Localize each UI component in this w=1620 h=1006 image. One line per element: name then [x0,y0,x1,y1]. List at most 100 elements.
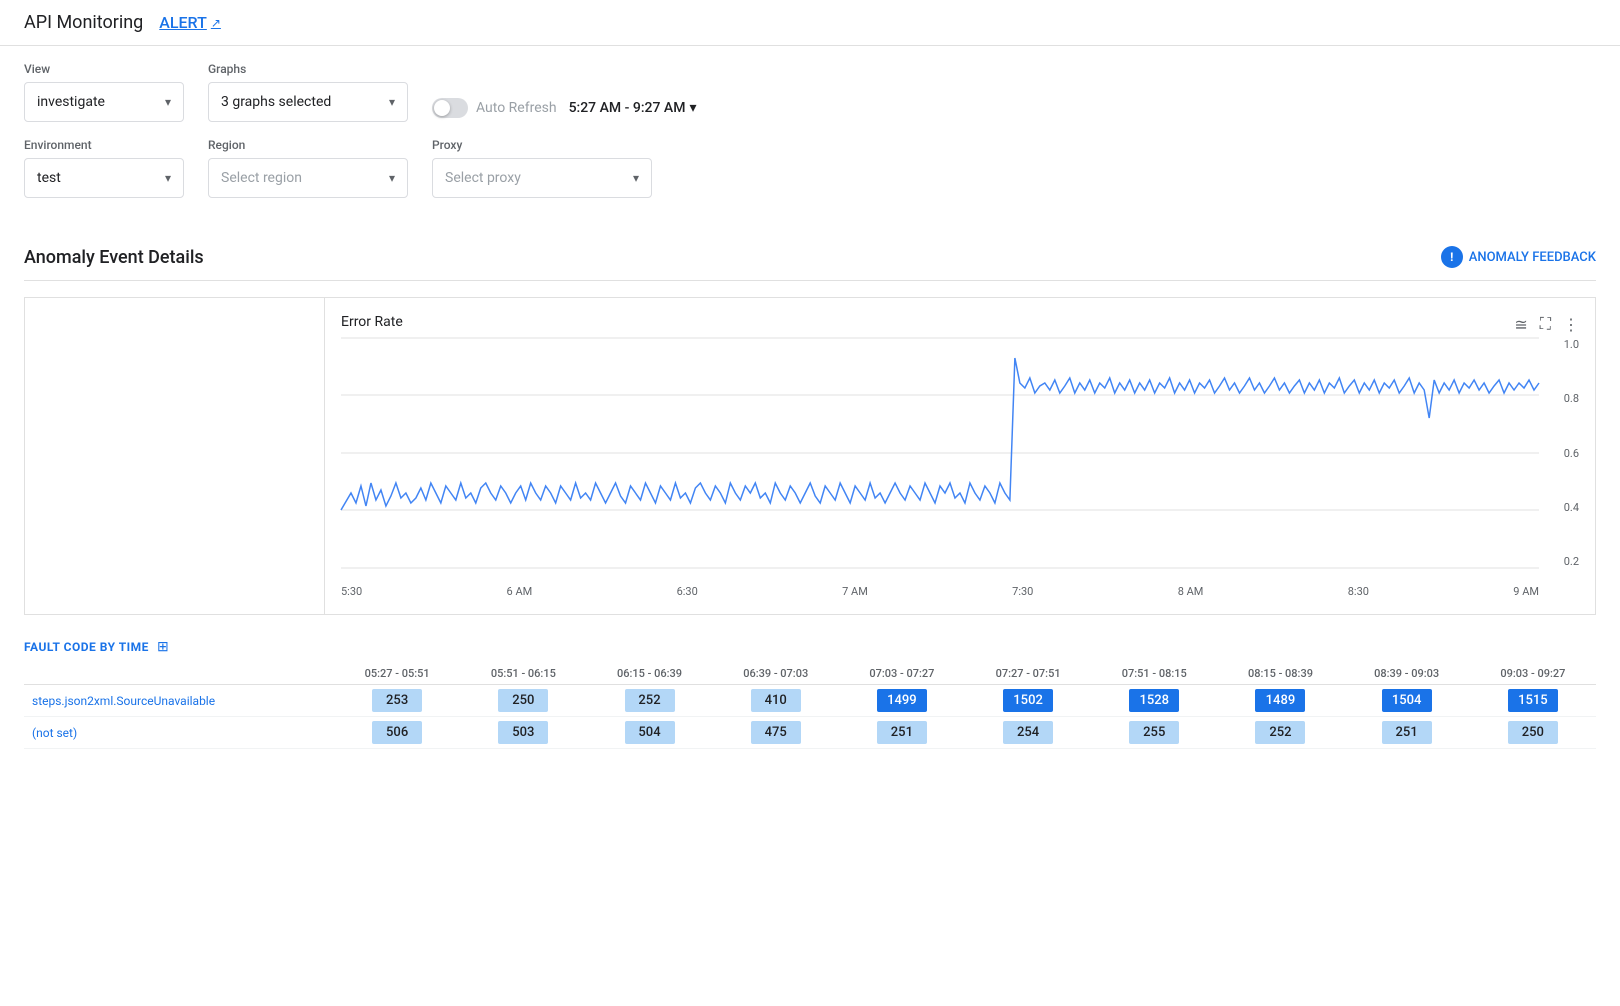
chart-y-axis: 1.0 0.8 0.6 0.4 0.2 [1544,338,1579,568]
cell-dark: 1515 [1508,689,1558,712]
fault-table: 05:27 - 05:51 05:51 - 06:15 06:15 - 06:3… [24,663,1596,749]
external-link-icon: ↗ [211,16,221,30]
alert-link[interactable]: ALERT ↗ [159,13,221,32]
export-icon[interactable]: ⊞ [157,639,169,655]
fault-value-cell: 1504 [1344,685,1470,717]
x-label-9am: 9 AM [1513,585,1539,598]
cell-dark: 1504 [1382,689,1432,712]
col-header-0903: 09:03 - 09:27 [1470,663,1596,685]
filter-icon[interactable]: ≅ [1514,315,1527,334]
cell-light: 503 [498,721,548,744]
chart-toolbar: ≅ ⛶ ⋮ [1514,314,1579,334]
proxy-dropdown[interactable]: Select proxy ▾ [432,158,652,198]
time-range-selector[interactable]: 5:27 AM - 9:27 AM ▾ [569,100,697,116]
fault-value-cell: 503 [460,717,586,749]
cell-light: 506 [372,721,422,744]
controls-section: View investigate ▾ Graphs 3 graphs selec… [0,46,1620,230]
x-label-8am: 8 AM [1178,585,1204,598]
fault-table-head: 05:27 - 05:51 05:51 - 06:15 06:15 - 06:3… [24,663,1596,685]
fault-table-section: FAULT CODE BY TIME ⊞ 05:27 - 05:51 05:51… [0,615,1620,773]
auto-refresh-group: Auto Refresh 5:27 AM - 9:27 AM ▾ [432,98,696,118]
fault-value-cell: 251 [1344,717,1470,749]
cell-light: 250 [1508,721,1558,744]
fault-value-cell: 255 [1091,717,1217,749]
x-label-6am: 6 AM [507,585,533,598]
anomaly-section: Anomaly Event Details ! ANOMALY FEEDBACK [0,230,1620,297]
region-placeholder: Select region [221,170,302,186]
col-header-0751: 07:51 - 08:15 [1091,663,1217,685]
fault-value-cell: 251 [839,717,965,749]
y-label-5: 0.2 [1564,555,1579,568]
x-label-830: 8:30 [1348,585,1369,598]
fault-name-cell: (not set) [24,717,334,749]
view-label: View [24,62,184,76]
fault-value-cell: 254 [965,717,1091,749]
x-label-7am: 7 AM [842,585,868,598]
col-header-0703: 07:03 - 07:27 [839,663,965,685]
chart-main-panel: Error Rate ≅ ⛶ ⋮ 1.0 0.8 [325,298,1595,614]
time-range-chevron-icon: ▾ [689,100,696,116]
col-header-0527: 05:27 - 05:51 [334,663,460,685]
view-control-group: View investigate ▾ [24,62,184,122]
y-label-1: 1.0 [1564,338,1579,351]
toggle-track[interactable] [432,98,468,118]
cell-dark: 1489 [1255,689,1305,712]
cell-light: 252 [625,689,675,712]
fault-value-cell: 1489 [1217,685,1343,717]
col-header-0815: 08:15 - 08:39 [1217,663,1343,685]
expand-icon[interactable]: ⛶ [1540,314,1551,334]
col-header-0727: 07:27 - 07:51 [965,663,1091,685]
y-label-3: 0.6 [1564,447,1579,460]
environment-dropdown[interactable]: test ▾ [24,158,184,198]
col-header-0839: 08:39 - 09:03 [1344,663,1470,685]
y-label-4: 0.4 [1564,501,1579,514]
chart-title: Error Rate [341,314,1579,330]
region-control-group: Region Select region ▾ [208,138,408,198]
region-dropdown[interactable]: Select region ▾ [208,158,408,198]
cell-light: 250 [498,689,548,712]
cell-light: 255 [1129,721,1179,744]
x-label-630: 6:30 [677,585,698,598]
x-label-530: 5:30 [341,585,362,598]
graphs-chevron-icon: ▾ [389,95,395,109]
graphs-dropdown[interactable]: 3 graphs selected ▾ [208,82,408,122]
fault-value-cell: 250 [460,685,586,717]
anomaly-section-header: Anomaly Event Details ! ANOMALY FEEDBACK [24,246,1596,281]
cell-dark: 1499 [877,689,927,712]
fault-value-cell: 506 [334,717,460,749]
environment-label: Environment [24,138,184,152]
view-dropdown[interactable]: investigate ▾ [24,82,184,122]
anomaly-feedback-button[interactable]: ! ANOMALY FEEDBACK [1441,246,1596,268]
col-header-0615: 06:15 - 06:39 [586,663,712,685]
fault-value-cell: 253 [334,685,460,717]
time-range-value: 5:27 AM - 9:27 AM [569,100,686,116]
fault-name-cell: steps.json2xml.SourceUnavailable [24,685,334,717]
cell-light: 504 [625,721,675,744]
auto-refresh-label: Auto Refresh [476,100,557,116]
chart-section: Error Rate ≅ ⛶ ⋮ 1.0 0.8 [24,297,1596,615]
col-header-0551: 05:51 - 06:15 [460,663,586,685]
cell-light: 253 [372,689,422,712]
fault-value-cell: 1515 [1470,685,1596,717]
chart-container: 1.0 0.8 0.6 0.4 0.2 5:30 6 AM 6:30 7 AM … [341,338,1579,598]
feedback-label: ANOMALY FEEDBACK [1469,250,1596,265]
cell-dark: 1528 [1129,689,1179,712]
header: API Monitoring ALERT ↗ [0,0,1620,46]
fault-value-cell: 252 [586,685,712,717]
fault-value-cell: 1499 [839,685,965,717]
auto-refresh-toggle[interactable]: Auto Refresh [432,98,557,118]
fault-value-cell: 475 [713,717,839,749]
fault-table-body: steps.json2xml.SourceUnavailable 253 250 25… [24,685,1596,749]
fault-value-cell: 504 [586,717,712,749]
more-icon[interactable]: ⋮ [1563,315,1579,334]
environment-control-group: Environment test ▾ [24,138,184,198]
controls-row-2: Environment test ▾ Region Select region … [24,138,1596,198]
table-row: steps.json2xml.SourceUnavailable 253 250 25… [24,685,1596,717]
col-header-0639: 06:39 - 07:03 [713,663,839,685]
fault-value-cell: 252 [1217,717,1343,749]
error-rate-chart [341,338,1539,568]
graphs-control-group: Graphs 3 graphs selected ▾ [208,62,408,122]
fault-table-header-row: FAULT CODE BY TIME ⊞ [24,639,1596,655]
proxy-label: Proxy [432,138,652,152]
x-label-730: 7:30 [1012,585,1033,598]
